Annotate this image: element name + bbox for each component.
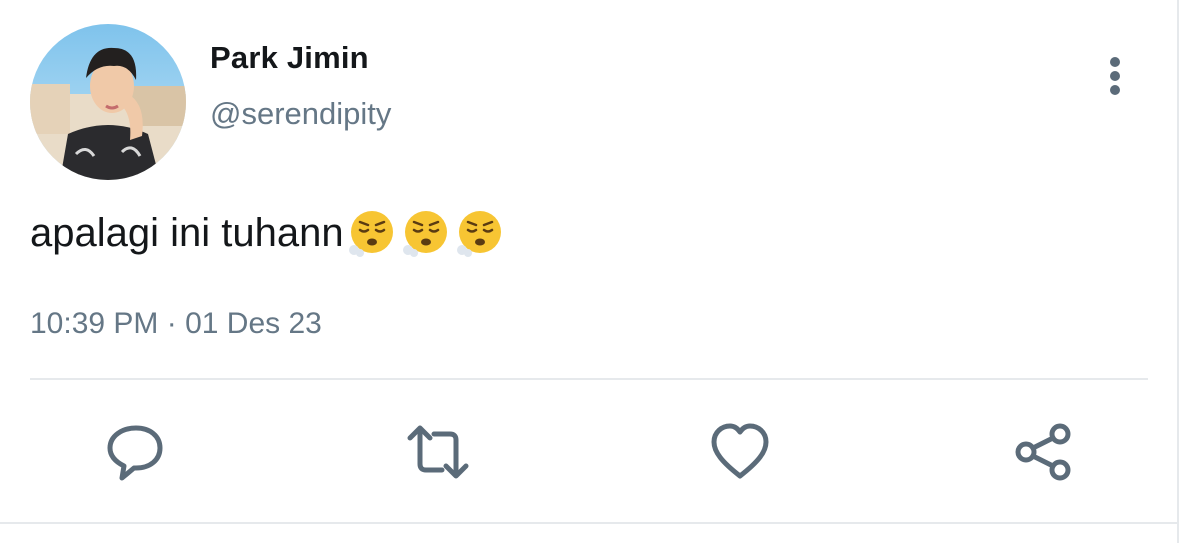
tweet-text: apalagi ini tuhann — [30, 210, 344, 255]
face-exhaling-emoji-icon — [348, 211, 393, 257]
more-options-icon[interactable] — [1098, 54, 1132, 98]
like-button[interactable] — [708, 420, 772, 484]
tweet-text-line: apalagi ini tuhann — [30, 208, 508, 258]
tweet-timestamp[interactable]: 10:39 PM · 01 Des 23 — [30, 307, 322, 341]
avatar[interactable] — [30, 24, 186, 180]
share-icon — [1015, 423, 1071, 481]
face-exhaling-emoji-icon — [402, 211, 447, 257]
share-button[interactable] — [1012, 420, 1076, 484]
retweet-button[interactable] — [406, 420, 470, 484]
comment-icon — [107, 425, 163, 481]
heart-icon — [711, 423, 769, 479]
reply-button[interactable] — [104, 420, 168, 484]
bottom-divider — [0, 522, 1177, 524]
display-name[interactable]: Park Jimin — [210, 40, 369, 76]
tweet-card: Park Jimin @serendipity apalagi ini tuha… — [0, 0, 1179, 543]
face-exhaling-emoji-icon — [456, 211, 501, 257]
divider — [30, 378, 1148, 380]
retweet-icon — [407, 425, 469, 479]
user-handle[interactable]: @serendipity — [210, 96, 391, 132]
emoji-group — [346, 208, 508, 258]
